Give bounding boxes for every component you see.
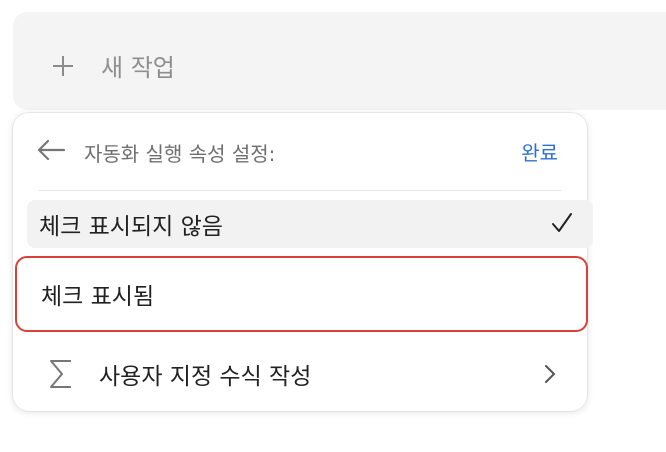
new-task-label: 새 작업	[101, 54, 175, 82]
menu-header: 자동화 실행 속성 설정: 완료	[13, 113, 587, 189]
plus-icon	[53, 55, 73, 76]
new-task-button[interactable]: 새 작업	[51, 48, 175, 83]
menu-title: 자동화 실행 속성 설정:	[84, 142, 276, 166]
new-task-bar[interactable]: 새 작업	[13, 12, 666, 110]
option-label: 체크 표시됨	[41, 284, 155, 310]
arrow-left-icon[interactable]	[37, 139, 65, 161]
sigma-icon	[50, 360, 71, 388]
done-button[interactable]: 완료	[521, 137, 558, 166]
chevron-right-icon	[545, 365, 555, 383]
option-label: 사용자 지정 수식 작성	[99, 364, 312, 390]
option-label: 체크 표시되지 않음	[39, 214, 223, 240]
checkmark-icon	[552, 213, 572, 232]
divider	[39, 190, 561, 191]
option-unchecked[interactable]: 체크 표시되지 않음	[27, 200, 593, 248]
option-custom-formula[interactable]: 사용자 지정 수식 작성	[13, 343, 587, 405]
run-property-menu: 자동화 실행 속성 설정: 완료 체크 표시되지 않음 체크 표시됨 사용자 지…	[13, 113, 593, 411]
option-checked[interactable]: 체크 표시됨	[15, 256, 588, 332]
